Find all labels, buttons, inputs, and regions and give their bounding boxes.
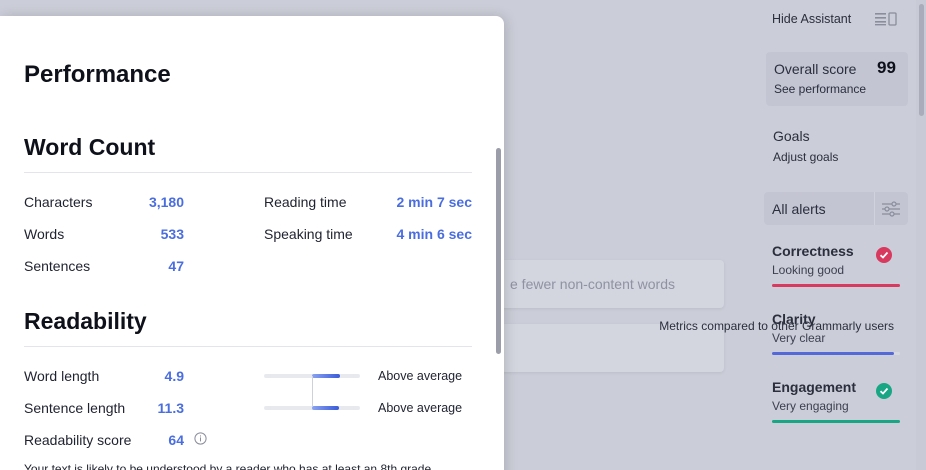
page-scrollbar-thumb[interactable] <box>919 4 924 116</box>
characters-value: 3,180 <box>148 194 184 210</box>
engagement-metric[interactable]: Engagement Very engaging <box>772 379 902 423</box>
divider <box>874 192 875 225</box>
divider <box>24 172 472 173</box>
metric-status: Very clear <box>772 331 826 345</box>
readability-description: Your text is likely to be understood by … <box>24 462 432 470</box>
word-count-heading: Word Count <box>24 134 156 160</box>
panel-toggle-icon[interactable] <box>874 12 898 26</box>
comparison-fill <box>312 374 340 378</box>
word-length-comparison: Above average <box>378 369 463 383</box>
check-circle-icon <box>876 247 892 263</box>
divider <box>24 346 472 347</box>
reading-time-label: Reading time <box>264 194 347 210</box>
speaking-time-label: Speaking time <box>264 226 353 242</box>
readability-heading: Readability <box>24 308 147 334</box>
reading-time-value: 2 min 7 sec <box>396 194 473 210</box>
metric-progress-bar <box>772 352 900 355</box>
comparison-fill <box>312 406 339 410</box>
word-length-value: 4.9 <box>164 368 184 384</box>
metric-status: Very engaging <box>772 399 849 413</box>
suggestion-card[interactable]: e fewer non-content words <box>488 260 724 308</box>
see-performance-link[interactable]: See performance <box>774 82 866 96</box>
filter-sliders-icon[interactable] <box>880 201 902 217</box>
check-circle-icon <box>876 383 892 399</box>
speaking-time-value: 4 min 6 sec <box>396 226 473 242</box>
readability-score-value: 64 <box>168 432 184 448</box>
sentence-length-comparison: Above average <box>378 401 463 415</box>
words-label: Words <box>24 226 65 242</box>
sentences-label: Sentences <box>24 258 91 274</box>
average-marker <box>312 376 313 406</box>
sentences-value: 47 <box>168 258 184 274</box>
metric-progress-bar <box>772 284 900 287</box>
all-alerts-tab[interactable]: All alerts <box>764 192 908 225</box>
readability-note: Metrics compared to other Grammarly user… <box>659 319 894 333</box>
info-icon[interactable] <box>194 432 207 445</box>
overall-score-label: Overall score <box>774 61 857 77</box>
suggestion-text: e fewer non-content words <box>510 276 675 292</box>
sentence-length-value: 11.3 <box>157 400 184 416</box>
hide-assistant-button[interactable]: Hide Assistant <box>772 12 851 26</box>
overall-score-card[interactable]: Overall score 99 See performance <box>766 52 908 106</box>
metric-progress-bar <box>772 420 900 423</box>
all-alerts-label: All alerts <box>772 201 826 217</box>
readability-score-label: Readability score <box>24 432 132 448</box>
adjust-goals-link[interactable]: Adjust goals <box>773 150 838 164</box>
overall-score-value: 99 <box>877 58 896 77</box>
sentence-length-label: Sentence length <box>24 400 126 416</box>
metric-status: Looking good <box>772 263 845 277</box>
goals-button[interactable]: Goals <box>773 128 810 144</box>
words-value: 533 <box>160 226 184 242</box>
assistant-sidebar: Hide Assistant Overall score 99 See perf… <box>760 0 916 470</box>
panel-scrollbar-thumb[interactable] <box>496 148 501 354</box>
word-length-label: Word length <box>24 368 100 384</box>
correctness-metric[interactable]: Correctness Looking good <box>772 243 902 287</box>
page-title: Performance <box>24 61 171 88</box>
characters-label: Characters <box>24 194 93 210</box>
sentence-length-comparison-bar <box>264 406 360 410</box>
